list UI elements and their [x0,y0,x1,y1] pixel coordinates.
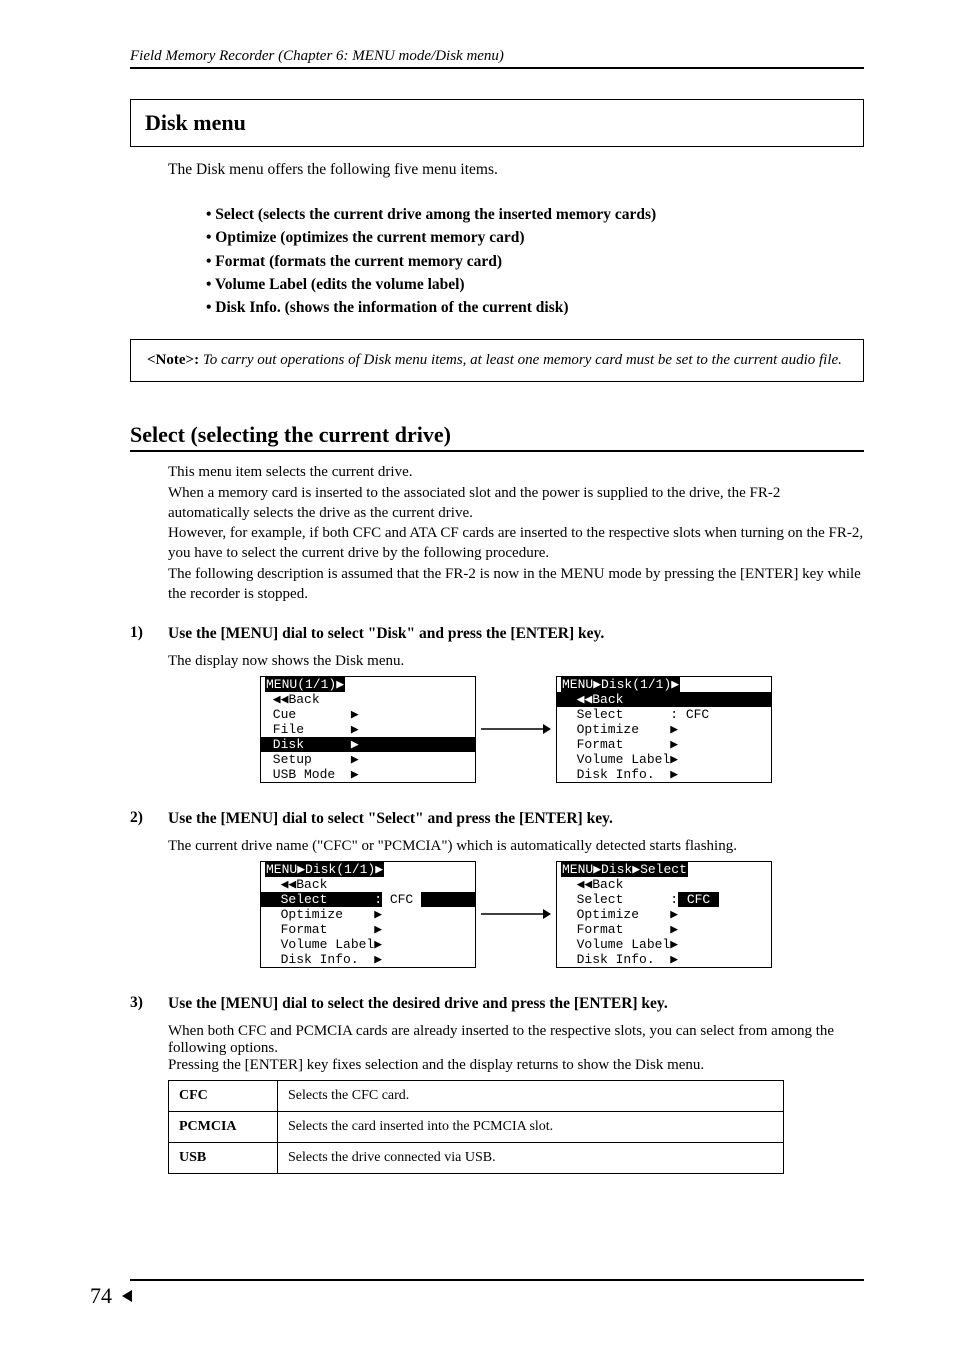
lcd-row: Cue ▶ [261,707,475,722]
lcd-screen-right: MENU▶Disk(1/1)▶ ◀◀Back Select : CFC Opti… [556,676,772,783]
section-rule [130,450,864,452]
step-number: 3) [130,994,168,1015]
step-instruction: Use the [MENU] dial to select the desire… [168,995,668,1012]
arrow-icon [476,908,556,920]
lcd-row: Format ▶ [557,922,771,937]
lcd-row: Setup ▶ [261,752,475,767]
lcd-row: Volume Label▶ [557,937,771,952]
lcd-title: MENU▶Disk(1/1)▶ [561,677,680,692]
lcd-row: ◀◀Back [557,877,771,892]
table-row: PCMCIA Selects the card inserted into th… [169,1111,784,1142]
footer-rule [130,1279,864,1281]
list-item: • Optimize (optimizes the current memory… [206,226,864,249]
lcd-row: Disk Info. ▶ [557,767,771,782]
option-name: PCMCIA [169,1111,278,1142]
bullet-list: • Select (selects the current drive amon… [206,203,864,319]
step-2-sub: The current drive name ("CFC" or "PCMCIA… [168,838,864,855]
running-header: Field Memory Recorder (Chapter 6: MENU m… [130,48,864,65]
step-1: 1) Use the [MENU] dial to select "Disk" … [130,624,864,645]
lcd-row: File ▶ [261,722,475,737]
lcd-row-selected: Disk ▶ [261,737,475,752]
list-item: • Volume Label (edits the volume label) [206,273,864,296]
table-row: CFC Selects the CFC card. [169,1080,784,1111]
triangle-icon [122,1290,132,1302]
lcd-title: MENU(1/1)▶ [265,677,345,692]
lead-text: The Disk menu offers the following five … [168,161,864,179]
lcd-screen-left: MENU(1/1)▶ ◀◀Back Cue ▶ File ▶ Disk ▶ Se… [260,676,476,783]
lcd-row: Select : CFC [557,707,771,722]
lcd-row: Disk Info. ▶ [557,952,771,967]
boxed-heading: Disk menu [130,99,864,147]
step-2: 2) Use the [MENU] dial to select "Select… [130,809,864,830]
option-name: CFC [169,1080,278,1111]
table-row: USB Selects the drive connected via USB. [169,1142,784,1173]
lcd-pair-2: MENU▶Disk(1/1)▶ ◀◀Back Select : CFC Opti… [260,861,864,968]
section-body: This menu item selects the current drive… [168,462,864,604]
lcd-title: MENU▶Disk(1/1)▶ [265,862,384,877]
section-title: Select (selecting the current drive) [130,422,864,448]
lcd-row: ◀◀Back [261,692,475,707]
list-item: • Select (selects the current drive amon… [206,203,864,226]
header-rule [130,67,864,69]
option-desc: Selects the CFC card. [278,1080,784,1111]
note-text: To carry out operations of Disk menu ite… [199,352,842,368]
option-desc: Selects the card inserted into the PCMCI… [278,1111,784,1142]
step-1-sub: The display now shows the Disk menu. [168,653,864,670]
page-number: 74 [90,1283,132,1309]
lcd-row: ◀◀Back [261,877,475,892]
lcd-screen-right: MENU▶Disk▶Select ◀◀Back Select : CFC Opt… [556,861,772,968]
note-box: <Note>: To carry out operations of Disk … [130,339,864,382]
lcd-pair-1: MENU(1/1)▶ ◀◀Back Cue ▶ File ▶ Disk ▶ Se… [260,676,864,783]
list-item: • Disk Info. (shows the information of t… [206,296,864,319]
lcd-title: MENU▶Disk▶Select [561,862,688,877]
lcd-row: Select : CFC [557,892,771,907]
lcd-row: Format ▶ [261,922,475,937]
lcd-row: Format ▶ [557,737,771,752]
step-3: 3) Use the [MENU] dial to select the des… [130,994,864,1015]
lcd-row: Disk Info. ▶ [261,952,475,967]
lcd-screen-left: MENU▶Disk(1/1)▶ ◀◀Back Select : CFC Opti… [260,861,476,968]
option-desc: Selects the drive connected via USB. [278,1142,784,1173]
options-table: CFC Selects the CFC card. PCMCIA Selects… [168,1080,784,1174]
lcd-row: USB Mode ▶ [261,767,475,782]
step-number: 1) [130,624,168,645]
lcd-row-selected: ◀◀Back [557,692,771,707]
lcd-row: Optimize ▶ [557,722,771,737]
list-item: • Format (formats the current memory car… [206,250,864,273]
lcd-row: Volume Label▶ [557,752,771,767]
option-name: USB [169,1142,278,1173]
step-instruction: Use the [MENU] dial to select "Disk" and… [168,625,604,642]
lcd-row: Optimize ▶ [557,907,771,922]
step-instruction: Use the [MENU] dial to select "Select" a… [168,810,613,827]
note-label: <Note>: [147,352,199,368]
step-number: 2) [130,809,168,830]
lcd-row: Volume Label▶ [261,937,475,952]
step-3-sub: When both CFC and PCMCIA cards are alrea… [168,1023,864,1074]
lcd-row: Optimize ▶ [261,907,475,922]
arrow-icon [476,723,556,735]
lcd-row-selected: Select : CFC [261,892,475,907]
